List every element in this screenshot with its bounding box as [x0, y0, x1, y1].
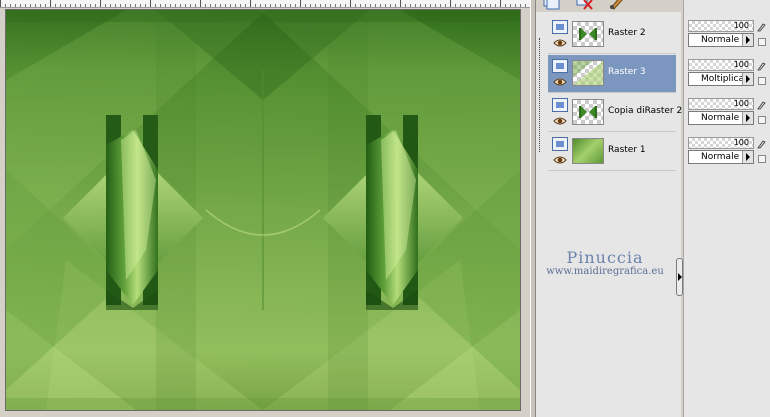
- layer-property-row: 100 Normale: [688, 20, 770, 58]
- image-canvas[interactable]: [6, 10, 520, 410]
- lock-icon[interactable]: [757, 22, 767, 32]
- eye-icon[interactable]: [553, 116, 567, 126]
- ruler-tick: [50, 0, 51, 7]
- layer-name: Raster 1: [608, 145, 646, 155]
- ruler-tick: [450, 0, 451, 7]
- eye-icon[interactable]: [553, 155, 567, 165]
- ruler-tick: [500, 0, 501, 7]
- layer-visibility-icon[interactable]: [552, 98, 568, 112]
- eye-icon[interactable]: [553, 38, 567, 48]
- dropdown-arrow-icon[interactable]: [742, 34, 753, 46]
- opacity-slider[interactable]: 100: [688, 59, 754, 71]
- link-toggle[interactable]: [758, 77, 766, 85]
- ruler-tick: [400, 0, 401, 7]
- brush-icon[interactable]: [608, 0, 626, 10]
- layer-row[interactable]: Raster 3: [548, 55, 676, 93]
- layers-toolbar: [536, 0, 676, 12]
- layer-thumbnail: [572, 60, 604, 86]
- layer-thumbnail: [572, 21, 604, 47]
- lock-icon[interactable]: [757, 61, 767, 71]
- layer-visibility-icon[interactable]: [552, 20, 568, 34]
- blend-mode-value: Moltiplica: [701, 74, 744, 84]
- layer-property-row: 100 Moltiplica: [688, 59, 770, 97]
- new-layer-icon[interactable]: [542, 0, 560, 10]
- link-toggle[interactable]: [758, 116, 766, 124]
- layer-row[interactable]: Copia diRaster 2: [548, 94, 682, 132]
- watermark: Pinuccia www.maidiregrafica.eu: [530, 248, 680, 277]
- ruler-tick: [200, 0, 201, 7]
- dropdown-arrow-icon[interactable]: [742, 151, 753, 163]
- paint-shop-pro-window: Raster 2 Raster 3 Copia diRaster 2 Raste…: [0, 0, 770, 417]
- opacity-slider[interactable]: 100: [688, 98, 754, 110]
- lock-icon[interactable]: [757, 100, 767, 110]
- layer-visibility-icon[interactable]: [552, 137, 568, 151]
- ruler-tick: [150, 0, 151, 7]
- canvas-frame: [0, 8, 530, 417]
- blend-mode-select[interactable]: Moltiplica: [688, 72, 754, 86]
- watermark-url: www.maidiregrafica.eu: [546, 266, 664, 277]
- layer-row[interactable]: Raster 1: [548, 133, 676, 171]
- ruler-tick: [300, 0, 301, 7]
- opacity-value: 100: [733, 138, 749, 147]
- layer-row[interactable]: Raster 2: [548, 16, 676, 54]
- layer-name: Raster 3: [608, 67, 646, 77]
- layers-list: Raster 2 Raster 3 Copia diRaster 2 Raste…: [536, 12, 682, 176]
- blend-mode-select[interactable]: Normale: [688, 111, 754, 125]
- opacity-slider[interactable]: 100: [688, 137, 754, 149]
- ruler-tick: [350, 0, 351, 7]
- eye-icon[interactable]: [553, 77, 567, 87]
- link-toggle[interactable]: [758, 38, 766, 46]
- opacity-value: 100: [733, 21, 749, 30]
- layer-thumbnail: [572, 138, 604, 164]
- opacity-slider[interactable]: 100: [688, 20, 754, 32]
- dropdown-arrow-icon[interactable]: [742, 73, 753, 85]
- layer-thumbnail: [572, 99, 604, 125]
- group-tree-line: [539, 38, 548, 152]
- layer-name: Raster 2: [608, 28, 646, 38]
- layer-property-row: 100 Normale: [688, 137, 770, 175]
- opacity-value: 100: [733, 60, 749, 69]
- panel-collapse-button[interactable]: [676, 258, 683, 296]
- layer-property-row: 100 Normale: [688, 98, 770, 136]
- layer-properties-column: 100 Normale 100 Moltiplica 100 Normale 1…: [683, 0, 770, 417]
- layer-name: Copia diRaster 2: [608, 106, 683, 116]
- lock-icon[interactable]: [757, 139, 767, 149]
- blend-mode-value: Normale: [701, 152, 740, 162]
- delete-layer-icon[interactable]: [576, 0, 594, 10]
- blend-mode-select[interactable]: Normale: [688, 33, 754, 47]
- dropdown-arrow-icon[interactable]: [742, 112, 753, 124]
- opacity-value: 100: [733, 99, 749, 108]
- layer-visibility-icon[interactable]: [552, 59, 568, 73]
- canvas-artwork: [6, 10, 520, 410]
- ruler-tick: [0, 0, 1, 7]
- horizontal-ruler: [0, 0, 530, 8]
- ruler-tick: [250, 0, 251, 7]
- watermark-name: Pinuccia: [566, 248, 644, 267]
- blend-mode-select[interactable]: Normale: [688, 150, 754, 164]
- blend-mode-value: Normale: [701, 35, 740, 45]
- ruler-tick: [100, 0, 101, 7]
- link-toggle[interactable]: [758, 155, 766, 163]
- blend-mode-value: Normale: [701, 113, 740, 123]
